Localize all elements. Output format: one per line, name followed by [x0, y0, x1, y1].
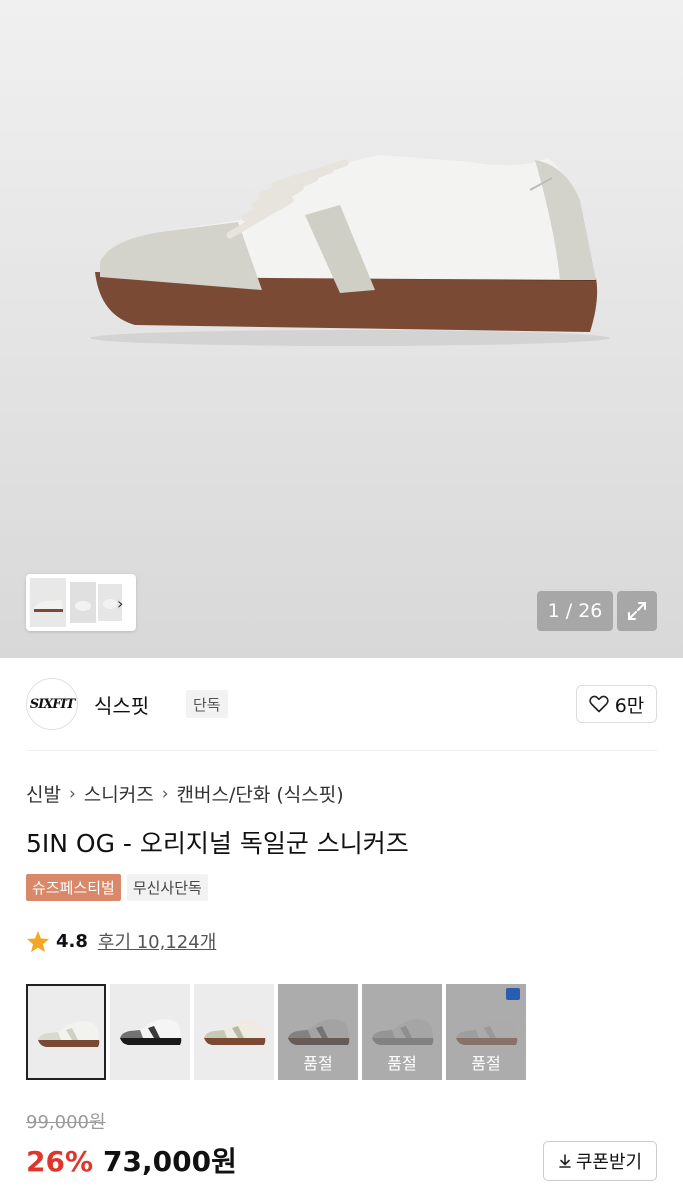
like-button[interactable]: 6만: [576, 685, 657, 723]
color-option-shoe-image: [38, 1021, 100, 1047]
discount-rate: 26%: [26, 1145, 94, 1178]
coupon-button[interactable]: 쿠폰받기: [543, 1141, 657, 1181]
breadcrumb-item-sneakers[interactable]: 스니커즈: [84, 780, 154, 807]
original-price: 99,000원: [26, 1112, 106, 1133]
product-title: 5IN OG - 오리지널 독일군 스니커즈: [26, 829, 409, 858]
color-options: 품절 품절 품절: [26, 984, 526, 1080]
tag-shoes-festival[interactable]: 슈즈페스티벌: [26, 874, 121, 901]
divider: [26, 750, 657, 751]
price-row: 26% 73,000원: [26, 1140, 237, 1180]
breadcrumb: 신발 › 스니커즈 › 캔버스/단화 (식스핏): [26, 780, 344, 807]
brand-exclusive-badge: 단독: [186, 690, 228, 718]
rating-score: 4.8: [56, 930, 88, 952]
chevron-right-icon: ›: [161, 783, 169, 804]
brand-name[interactable]: 식스핏: [94, 690, 149, 719]
heart-icon: [589, 695, 609, 713]
brand-logo[interactable]: SIXFIT: [26, 678, 78, 730]
soldout-label: 품절: [303, 1054, 333, 1073]
color-option-grey-gum[interactable]: 품절: [278, 984, 358, 1080]
color-option-shoe-image: [204, 1019, 266, 1045]
breadcrumb-item-canvas[interactable]: 캔버스/단화 (식스핏): [177, 780, 344, 807]
brand-logo-text: SIXFIT: [29, 696, 76, 712]
color-option-white-black[interactable]: [110, 984, 190, 1080]
tag-musinsa-exclusive: 무신사단독: [126, 874, 208, 901]
color-option-light-grey[interactable]: 품절: [362, 984, 442, 1080]
star-icon: [27, 930, 49, 952]
brand-row: SIXFIT 식스핏 단독 6만: [26, 678, 657, 730]
breadcrumb-item-shoes[interactable]: 신발: [26, 780, 61, 807]
sale-price: 73,000원: [103, 1145, 237, 1178]
review-count-link[interactable]: 후기 10,124개: [98, 928, 216, 954]
color-option-shoe-image: [120, 1019, 182, 1045]
chevron-right-icon: ›: [68, 783, 76, 804]
color-option-cream-gum[interactable]: [194, 984, 274, 1080]
image-counter: 1 / 26: [537, 591, 613, 631]
sneaker-image: [90, 155, 610, 346]
like-count: 6만: [614, 694, 645, 717]
chevron-right-icon[interactable]: ›: [117, 594, 123, 613]
coupon-label: 쿠폰받기: [575, 1152, 643, 1173]
badge-icon: [506, 988, 520, 1000]
soldout-label: 품절: [471, 1054, 501, 1073]
product-hero-image[interactable]: › 1 / 26: [0, 0, 683, 658]
product-tags: 슈즈페스티벌 무신사단독: [26, 874, 208, 901]
expand-icon[interactable]: [617, 591, 657, 631]
soldout-label: 품절: [387, 1054, 417, 1073]
rating-row: 4.8 후기 10,124개: [26, 928, 216, 954]
color-option-white-gum[interactable]: [26, 984, 106, 1080]
download-icon: [559, 1154, 571, 1168]
color-option-white-silver[interactable]: 품절: [446, 984, 526, 1080]
